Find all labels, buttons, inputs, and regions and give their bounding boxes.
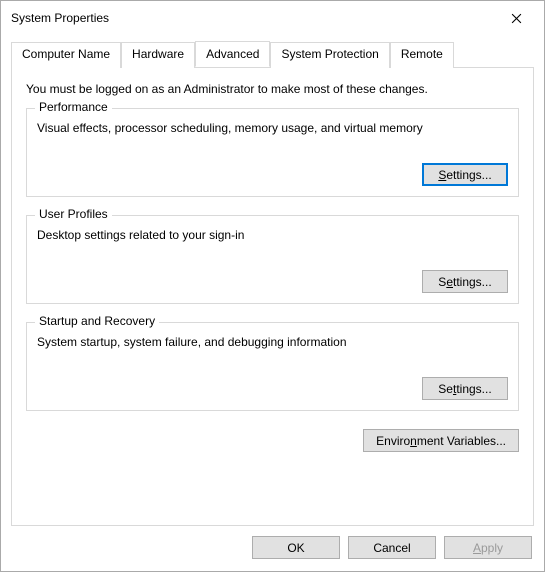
- tab-panel-advanced: You must be logged on as an Administrato…: [11, 67, 534, 526]
- tab-remote[interactable]: Remote: [390, 42, 454, 68]
- environment-variables-button[interactable]: Environment Variables...: [363, 429, 519, 452]
- startup-recovery-group: Startup and Recovery System startup, sys…: [26, 322, 519, 411]
- user-profiles-desc: Desktop settings related to your sign-in: [37, 228, 508, 242]
- tab-strip: Computer Name Hardware Advanced System P…: [11, 41, 534, 67]
- titlebar: System Properties: [1, 1, 544, 35]
- cancel-button[interactable]: Cancel: [348, 536, 436, 559]
- performance-desc: Visual effects, processor scheduling, me…: [37, 121, 508, 135]
- close-button[interactable]: [496, 5, 536, 31]
- performance-group: Performance Visual effects, processor sc…: [26, 108, 519, 197]
- env-variables-row: Environment Variables...: [26, 429, 519, 452]
- tab-system-protection[interactable]: System Protection: [270, 42, 389, 68]
- user-profiles-title: User Profiles: [35, 207, 112, 221]
- content-area: Computer Name Hardware Advanced System P…: [1, 35, 544, 526]
- startup-recovery-button-row: Settings...: [37, 377, 508, 400]
- user-profiles-group: User Profiles Desktop settings related t…: [26, 215, 519, 304]
- close-icon: [511, 13, 522, 24]
- admin-message: You must be logged on as an Administrato…: [26, 82, 519, 96]
- tab-advanced[interactable]: Advanced: [195, 41, 270, 67]
- startup-recovery-title: Startup and Recovery: [35, 314, 159, 328]
- dialog-button-bar: OK Cancel Apply: [1, 526, 544, 571]
- startup-recovery-desc: System startup, system failure, and debu…: [37, 335, 508, 349]
- ok-button[interactable]: OK: [252, 536, 340, 559]
- tab-hardware[interactable]: Hardware: [121, 42, 195, 68]
- performance-title: Performance: [35, 100, 112, 114]
- system-properties-window: System Properties Computer Name Hardware…: [0, 0, 545, 572]
- user-profiles-settings-button[interactable]: Settings...: [422, 270, 508, 293]
- performance-settings-button[interactable]: Settings...: [422, 163, 508, 186]
- window-title: System Properties: [11, 11, 109, 25]
- apply-button[interactable]: Apply: [444, 536, 532, 559]
- user-profiles-button-row: Settings...: [37, 270, 508, 293]
- performance-button-row: Settings...: [37, 163, 508, 186]
- startup-recovery-settings-button[interactable]: Settings...: [422, 377, 508, 400]
- tab-computer-name[interactable]: Computer Name: [11, 42, 121, 68]
